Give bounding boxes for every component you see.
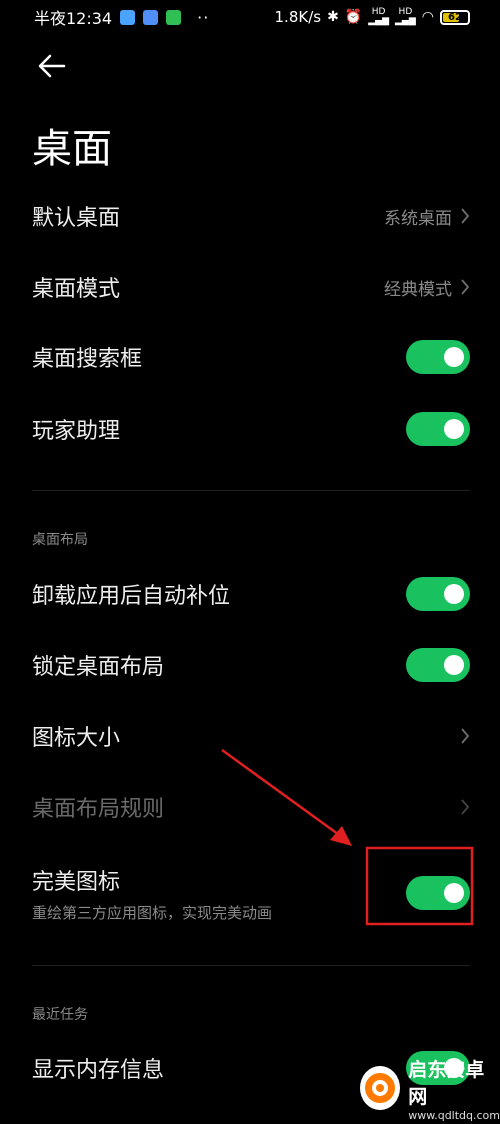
auto-fill-label: 卸载应用后自动补位 [32,584,231,609]
toggle-knob [444,584,464,604]
lock-layout-label: 锁定桌面布局 [32,655,165,680]
bluetooth-icon: ✱ [327,9,339,25]
perfect-icons-sublabel: 重绘第三方应用图标，实现完美动画 [32,903,273,922]
app-notification-icon [120,9,136,25]
chevron-right-icon [461,279,470,295]
desktop-mode-row[interactable]: 桌面模式 经典模式 [32,257,470,317]
section-divider [32,490,470,491]
desktop-mode-label: 桌面模式 [32,277,121,302]
toggle-knob [444,419,464,439]
signal-icon: HD ▂▄▆ [368,7,390,26]
layout-rules-row[interactable]: 桌面布局规则 [32,777,470,837]
perfect-icons-toggle[interactable] [406,876,470,910]
watermark-title: 启东安卓网 [408,1058,485,1108]
chat-app-icon [166,9,182,25]
chevron-right-icon [461,799,470,815]
desktop-search-box-label: 桌面搜索框 [32,347,143,372]
layout-section-title: 桌面布局 [32,532,88,548]
game-assistant-row: 玩家助理 [32,399,470,459]
signal-icon-2: HD ▂▄▆ [395,7,416,26]
more-notifications-icon: ·· [197,7,210,27]
perfect-icons-row: 完美图标 重绘第三方应用图标，实现完美动画 [32,860,470,926]
status-time: 半夜12:34 [34,9,113,28]
layout-rules-label: 桌面布局规则 [32,797,165,822]
toggle-knob [444,347,464,367]
watermark: 启东安卓网 www.qdltdq.com [360,1052,500,1124]
desktop-search-box-toggle[interactable] [406,340,470,374]
auto-fill-row: 卸载应用后自动补位 [32,564,470,624]
auto-fill-toggle[interactable] [406,577,470,611]
battery-icon: 62 [440,9,470,25]
watermark-url: www.qdltdq.com [408,1108,500,1122]
icon-size-row[interactable]: 图标大小 [32,706,470,766]
watermark-logo-icon [360,1066,401,1110]
lock-layout-toggle[interactable] [406,648,470,682]
chevron-right-icon [461,208,470,224]
game-assistant-label: 玩家助理 [32,419,121,444]
back-arrow-icon[interactable] [36,50,68,82]
lock-layout-row: 锁定桌面布局 [32,635,470,695]
toggle-knob [444,883,464,903]
game-assistant-toggle[interactable] [406,412,470,446]
show-memory-label: 显示内存信息 [32,1058,165,1083]
default-desktop-row[interactable]: 默认桌面 系统桌面 [32,186,470,246]
net-speed: 1.8K/s [274,8,322,26]
shield-app-icon [143,9,159,25]
default-desktop-label: 默认桌面 [32,206,121,231]
page-title: 桌面 [32,126,112,172]
wifi-icon: ◠ [421,9,434,25]
desktop-mode-value: 经典模式 [384,279,452,300]
icon-size-label: 图标大小 [32,726,121,751]
status-bar: 半夜12:34 ·· 1.8K/s ✱ ⏰ HD ▂▄▆ HD ▂▄▆ ◠ 62 [0,0,500,34]
section-divider [32,965,470,966]
alarm-icon: ⏰ [344,9,363,25]
recent-section-title: 最近任务 [32,1007,88,1023]
desktop-search-box-row: 桌面搜索框 [32,327,470,387]
chevron-right-icon [461,728,470,744]
default-desktop-value: 系统桌面 [384,208,452,229]
perfect-icons-label: 完美图标 [32,869,121,895]
toggle-knob [444,655,464,675]
